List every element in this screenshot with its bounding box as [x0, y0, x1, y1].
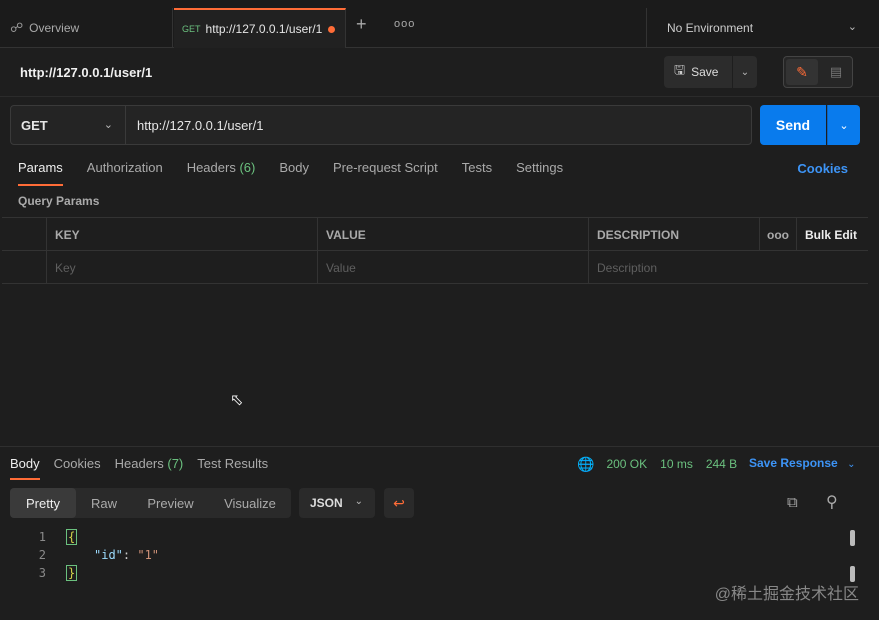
description-input[interactable]: Description	[588, 251, 759, 284]
tab-overview[interactable]: ☍ Overview	[0, 8, 173, 48]
chevron-down-icon: ⌄	[103, 119, 113, 131]
tab-request-active[interactable]: GET http://127.0.0.1/user/1	[174, 8, 346, 48]
method-select[interactable]: GET ⌄	[11, 106, 126, 144]
send-dropdown-button[interactable]: ⌄	[827, 105, 860, 145]
checkbox-column-header	[2, 218, 46, 251]
response-status: 🌐 200 OK 10 ms 244 B	[577, 456, 750, 472]
row-checkbox[interactable]	[2, 251, 46, 284]
watermark: @稀土掘金技术社区	[714, 586, 859, 603]
chevron-down-icon: ⌄	[839, 119, 849, 132]
view-raw-button[interactable]: Raw	[76, 488, 132, 518]
save-button[interactable]: 🖫 Save	[664, 56, 732, 88]
mouse-cursor-icon: ⬁	[230, 392, 244, 409]
view-pretty-button[interactable]: Pretty	[10, 488, 76, 518]
line-number: 1	[38, 530, 46, 544]
pencil-icon[interactable]: ✎	[786, 59, 818, 85]
tab-body[interactable]: Body	[279, 160, 309, 186]
globe-icon[interactable]: 🌐	[577, 456, 594, 473]
response-headers-count-badge: (7)	[167, 456, 184, 471]
environment-label: No Environment	[667, 21, 754, 35]
open-brace: {	[66, 529, 78, 545]
table-header: KEY VALUE DESCRIPTION ooo Bulk Edit	[2, 218, 868, 251]
save-dropdown-button[interactable]: ⌄	[733, 56, 757, 88]
save-icon: 🖫	[674, 62, 686, 77]
tab-response-headers[interactable]: Headers (7)	[115, 456, 184, 480]
params-table: KEY VALUE DESCRIPTION ooo Bulk Edit Key …	[2, 217, 868, 284]
response-time[interactable]: 10 ms	[660, 457, 693, 471]
tab-response-headers-label: Headers	[114, 456, 164, 471]
json-separator: :	[122, 548, 138, 562]
method-label: GET	[21, 117, 48, 133]
tab-bar: ☍ Overview GET http://127.0.0.1/user/1 +…	[0, 0, 879, 48]
tab-test-results[interactable]: Test Results	[197, 456, 268, 480]
close-brace: }	[66, 565, 78, 581]
view-visualize-button[interactable]: Visualize	[209, 488, 291, 518]
view-mode-group: Pretty Raw Preview Visualize	[10, 488, 291, 518]
status-code[interactable]: 200 OK	[606, 457, 647, 471]
key-input[interactable]: Key	[46, 251, 317, 284]
chevron-down-icon: ⌄	[847, 459, 856, 470]
view-preview-button[interactable]: Preview	[132, 488, 209, 518]
chevron-down-icon: ⌄	[740, 66, 750, 78]
tab-tests[interactable]: Tests	[462, 160, 492, 186]
tab-prerequest-script[interactable]: Pre-request Script	[333, 160, 438, 186]
line-number: 3	[38, 566, 46, 580]
save-response-label: Save Response	[749, 456, 838, 470]
tab-authorization[interactable]: Authorization	[87, 160, 163, 186]
page-title: http://127.0.0.1/user/1	[20, 65, 153, 80]
headers-count-badge: (6)	[239, 160, 256, 175]
request-header: http://127.0.0.1/user/1 🖫 Save ⌄ ✎ ▤	[0, 48, 879, 97]
table-row: Key Value Description	[2, 251, 868, 284]
format-label: JSON	[310, 496, 343, 510]
tab-response-body[interactable]: Body	[10, 456, 40, 480]
bulk-edit-button[interactable]: Bulk Edit	[796, 218, 868, 251]
unsaved-dot-icon	[328, 26, 335, 33]
more-options-button[interactable]: ooo	[759, 218, 796, 251]
send-button[interactable]: Send	[760, 105, 826, 145]
column-header-description: DESCRIPTION	[588, 218, 759, 251]
pane-divider[interactable]	[0, 446, 879, 447]
request-tabs: Params Authorization Headers (6) Body Pr…	[18, 160, 587, 186]
environment-select[interactable]: No Environment ⌄	[646, 8, 879, 48]
save-response-button[interactable]: Save Response ⌄	[749, 456, 855, 470]
tab-headers-label: Headers	[186, 160, 236, 175]
json-value: "1"	[137, 548, 160, 562]
line-number: 2	[38, 548, 46, 562]
tab-url: http://127.0.0.1/user/1	[205, 22, 323, 36]
chevron-down-icon: ⌄	[847, 21, 857, 33]
wrap-lines-icon[interactable]: ↩	[384, 488, 414, 518]
more-tabs-button[interactable]: ooo	[394, 18, 415, 30]
code-line: 2 "id": "1"	[0, 548, 845, 566]
overview-icon: ☍	[10, 20, 24, 35]
column-header-value: VALUE	[317, 218, 588, 251]
tab-overview-label: Overview	[29, 21, 80, 35]
column-header-key: KEY	[46, 218, 317, 251]
cookies-link[interactable]: Cookies	[797, 161, 848, 176]
response-tabs: Body Cookies Headers (7) Test Results	[10, 456, 282, 480]
code-line: 1 {	[0, 529, 845, 548]
new-tab-button[interactable]: +	[356, 15, 367, 33]
chevron-down-icon: ⌄	[354, 496, 363, 507]
docs-icon[interactable]: ▤	[822, 59, 850, 85]
mode-toggle: ✎ ▤	[783, 56, 853, 88]
json-key: "id"	[94, 548, 123, 562]
scrollbar[interactable]	[850, 530, 855, 546]
tab-params[interactable]: Params	[18, 160, 63, 186]
value-input[interactable]: Value	[317, 251, 588, 284]
format-select[interactable]: JSON ⌄	[299, 488, 375, 518]
copy-icon[interactable]: ⧉	[787, 494, 798, 511]
tab-response-cookies[interactable]: Cookies	[54, 456, 101, 480]
url-input[interactable]: http://127.0.0.1/user/1	[137, 118, 263, 133]
search-icon[interactable]: ⚲	[826, 492, 838, 512]
response-size[interactable]: 244 B	[706, 457, 737, 471]
tab-headers[interactable]: Headers (6)	[187, 160, 256, 186]
tab-method: GET	[182, 24, 201, 34]
url-bar: GET ⌄ http://127.0.0.1/user/1	[10, 105, 752, 145]
save-label: Save	[691, 65, 719, 79]
query-params-label: Query Params	[18, 194, 100, 208]
tab-settings[interactable]: Settings	[516, 160, 563, 186]
